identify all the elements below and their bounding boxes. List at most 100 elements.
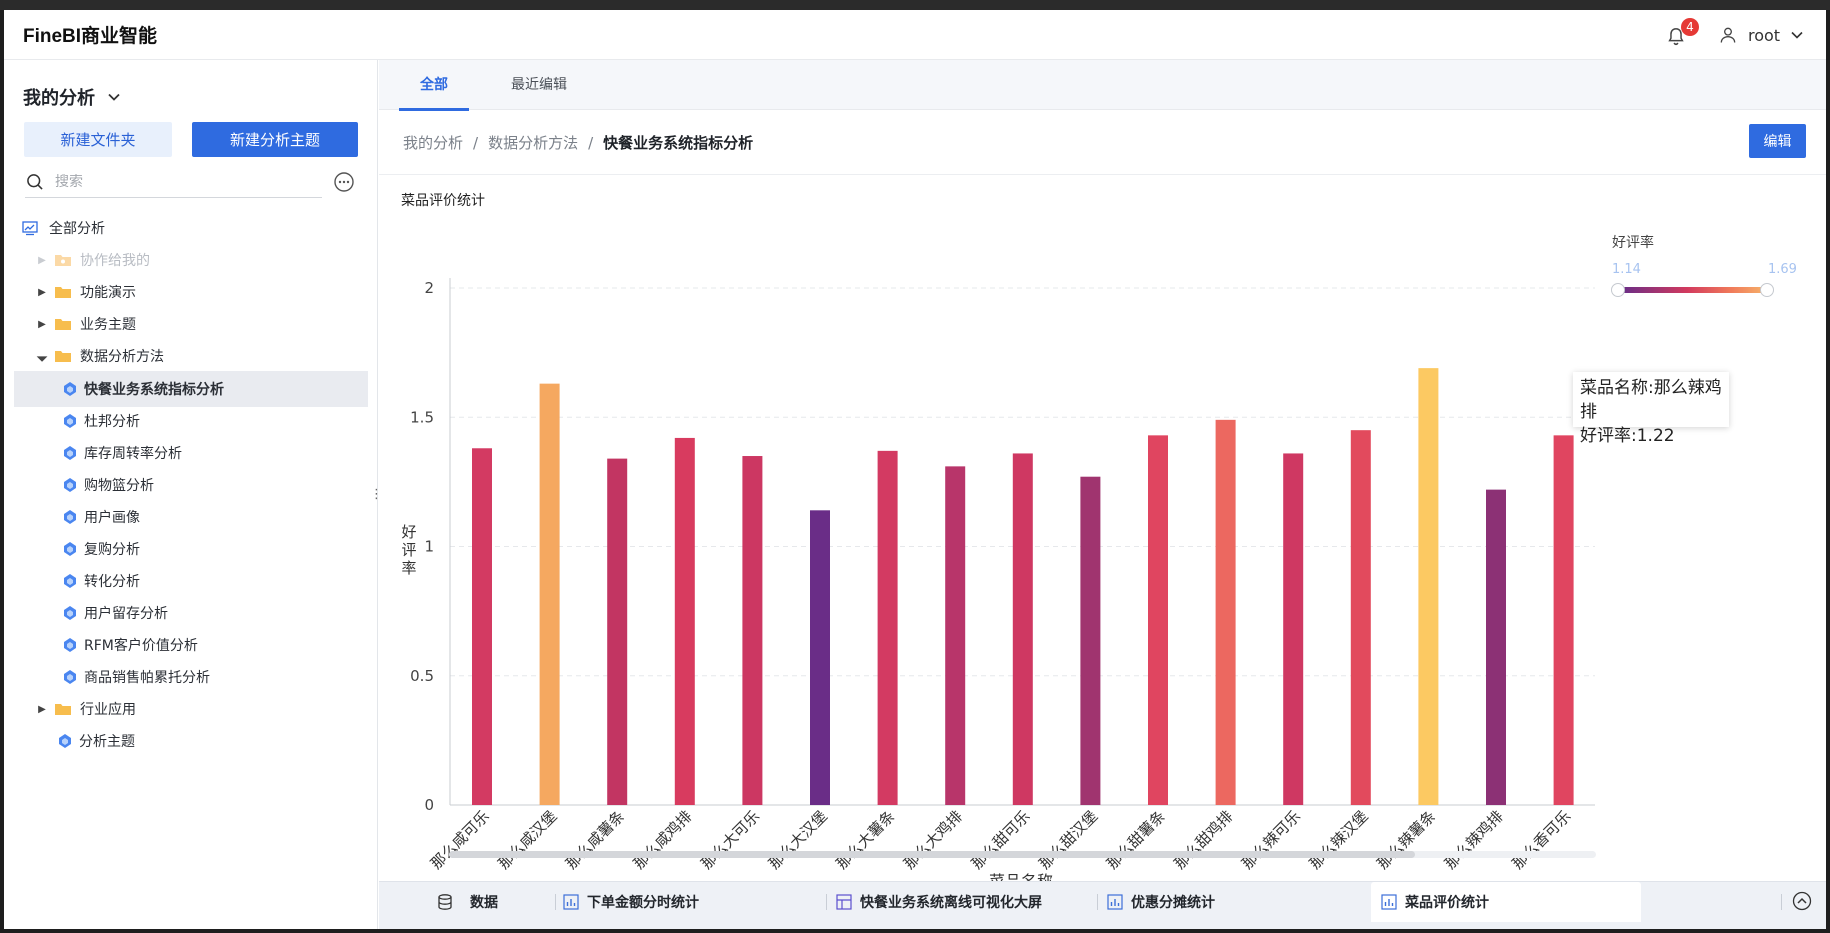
- edit-button[interactable]: 编辑: [1749, 124, 1806, 158]
- tree-item-analysis-theme[interactable]: 分析主题: [4, 723, 368, 759]
- sidebar: 我的分析 新建文件夹 新建分析主题 全部分析 ▶: [4, 60, 378, 929]
- bar[interactable]: [607, 458, 628, 805]
- analysis-theme-icon: [64, 542, 76, 556]
- chevron-down-icon: [1791, 31, 1803, 39]
- bottom-tab-discount[interactable]: 优惠分摊统计: [1107, 882, 1215, 922]
- bar[interactable]: [742, 456, 763, 805]
- tree-item-user-portrait[interactable]: 用户画像: [4, 499, 368, 535]
- analysis-theme-icon: [64, 638, 76, 652]
- legend-min-handle[interactable]: [1611, 283, 1625, 297]
- bottom-tab-dashboard[interactable]: 快餐业务系统离线可视化大屏: [836, 882, 1042, 922]
- analysis-theme-icon: [64, 510, 76, 524]
- bottom-tab-label: 数据: [470, 895, 498, 911]
- bar[interactable]: [1418, 368, 1439, 805]
- new-theme-button[interactable]: 新建分析主题: [192, 122, 358, 157]
- tab-all[interactable]: 全部: [399, 60, 469, 111]
- analysis-theme-icon: [64, 478, 76, 492]
- tree-item-all-analysis[interactable]: 全部分析: [4, 210, 368, 246]
- chart-horizontal-scrollbar[interactable]: [449, 851, 1415, 858]
- analysis-theme-icon: [64, 606, 76, 620]
- caret-right-icon: ▶: [38, 286, 46, 298]
- x-tick-label: 那么咸汉堡: [495, 807, 561, 873]
- tree-item-conversion[interactable]: 转化分析: [4, 563, 368, 599]
- search-box: [25, 166, 322, 198]
- bar[interactable]: [472, 448, 492, 805]
- tree-item-label: 快餐业务系统指标分析: [84, 382, 224, 398]
- chart-tooltip: 菜品名称:那么辣鸡排 好评率:1.22: [1573, 372, 1729, 446]
- bar[interactable]: [674, 437, 695, 805]
- tree-item-pareto[interactable]: 商品销售帕累托分析: [4, 659, 368, 695]
- bar[interactable]: [1486, 489, 1506, 805]
- bar[interactable]: [810, 510, 830, 805]
- tree-item-shared-with-me[interactable]: ▶ 协作给我的: [4, 242, 368, 278]
- app-header: FineBI商业智能 4 root: [4, 10, 1826, 60]
- tree-item-rfm[interactable]: RFM客户价值分析: [4, 627, 368, 663]
- tree-item-label: 协作给我的: [80, 253, 150, 269]
- breadcrumb-root[interactable]: 我的分析: [403, 132, 463, 153]
- breadcrumb-separator: /: [588, 133, 594, 152]
- x-tick-label: 那么辣可乐: [1238, 807, 1304, 873]
- tree-item-dupont-analysis[interactable]: 杜邦分析: [4, 403, 368, 439]
- user-menu[interactable]: root: [1718, 22, 1804, 48]
- search-input[interactable]: [55, 173, 295, 190]
- y-tick-label: 1: [424, 538, 434, 556]
- tab-separator: [1781, 894, 1782, 910]
- tree-item-feature-demo[interactable]: ▶ 功能演示: [4, 274, 368, 310]
- tree-item-basket-analysis[interactable]: 购物篮分析: [4, 467, 368, 503]
- tab-recent-edit[interactable]: 最近编辑: [499, 60, 579, 110]
- bar[interactable]: [1148, 435, 1168, 805]
- bar[interactable]: [539, 383, 560, 805]
- notification-badge: 4: [1681, 18, 1699, 36]
- bottom-tab-order-amount[interactable]: 下单金额分时统计: [563, 882, 699, 922]
- legend-title: 好评率: [1612, 235, 1654, 251]
- notification-button[interactable]: 4: [1663, 18, 1699, 50]
- caret-right-icon: ▶: [38, 318, 46, 330]
- tree-item-inventory-turnover[interactable]: 库存周转率分析: [4, 435, 368, 471]
- x-tick-label: 那么大可乐: [697, 807, 763, 873]
- tree-item-retention[interactable]: 用户留存分析: [4, 595, 368, 631]
- tree-item-repurchase[interactable]: 复购分析: [4, 531, 368, 567]
- my-analysis-dropdown[interactable]: 我的分析: [23, 84, 121, 110]
- search-icon: [27, 173, 43, 190]
- x-tick-label: 那么辣汉堡: [1306, 807, 1372, 873]
- x-tick-label: 那么辣鸡排: [1441, 807, 1507, 873]
- bar[interactable]: [945, 466, 966, 805]
- bar[interactable]: [1350, 430, 1371, 805]
- y-tick-label: 1.5: [410, 408, 434, 426]
- collapse-up-icon[interactable]: [1792, 891, 1812, 911]
- tree-item-label: 购物篮分析: [84, 478, 154, 494]
- tree-item-label: 用户画像: [84, 510, 140, 526]
- tree-item-business-theme[interactable]: ▶ 业务主题: [4, 306, 368, 342]
- bar[interactable]: [1283, 453, 1304, 805]
- tree-item-label: 行业应用: [80, 702, 136, 718]
- bar-chart: 00.511.52好评率那么咸可乐 那么咸汉堡 那么咸薯条 那么咸鸡排 那么大可乐 那么大…: [401, 278, 1595, 891]
- bar-chart-icon: [1381, 894, 1397, 910]
- breadcrumb: 我的分析 / 数据分析方法 / 快餐业务系统指标分析: [403, 132, 753, 153]
- tree-item-data-analysis-methods[interactable]: ◢ 数据分析方法: [4, 338, 368, 374]
- bar[interactable]: [1080, 476, 1101, 805]
- bar[interactable]: [1553, 435, 1574, 805]
- main-panel: 全部 最近编辑 我的分析 / 数据分析方法 / 快餐业务系统指标分析 编辑 菜品…: [379, 60, 1826, 929]
- x-tick-label: 那么甜鸡排: [1171, 807, 1237, 873]
- breadcrumb-mid[interactable]: 数据分析方法: [488, 132, 578, 153]
- x-tick-label: 那么大汉堡: [765, 807, 831, 873]
- folder-icon: [55, 319, 71, 330]
- legend-max-handle[interactable]: [1760, 283, 1774, 297]
- tree-item-fastfood-metrics[interactable]: 快餐业务系统指标分析: [14, 371, 368, 407]
- window-top-bar: [0, 0, 1830, 10]
- bottom-tab-data[interactable]: 数据: [436, 882, 498, 922]
- more-options-icon[interactable]: [333, 171, 355, 193]
- legend-min-value: 1.14: [1612, 262, 1641, 277]
- analysis-theme-icon: [64, 446, 76, 460]
- bottom-tab-dish-rating[interactable]: 菜品评价统计: [1371, 882, 1641, 922]
- new-folder-button[interactable]: 新建文件夹: [24, 122, 172, 157]
- legend-color-gradient: [1622, 287, 1767, 293]
- y-axis-label-char: 率: [401, 559, 416, 577]
- bar[interactable]: [1215, 419, 1236, 805]
- y-tick-label: 0.5: [410, 667, 434, 685]
- tree-item-industry-apps[interactable]: ▶ 行业应用: [4, 691, 368, 727]
- sidebar-title: 我的分析: [23, 88, 95, 109]
- bar[interactable]: [1012, 453, 1033, 805]
- x-tick-label: 那么甜可乐: [968, 807, 1034, 873]
- bar[interactable]: [877, 450, 898, 805]
